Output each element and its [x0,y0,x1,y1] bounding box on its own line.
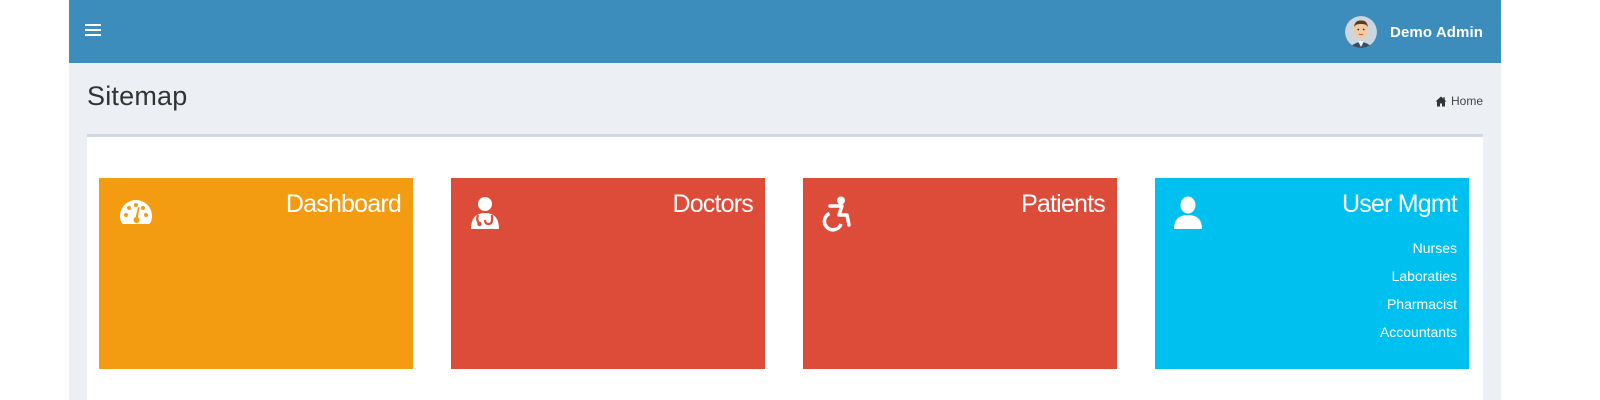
dashboard-icon [117,196,155,233]
tile-title-doctors: Doctors [672,190,753,218]
avatar [1345,16,1378,48]
tile-title-user-mgmt: User Mgmt [1341,190,1458,218]
user-name: Demo Admin [1390,23,1483,41]
app-shell: Demo Admin Sitemap Home Dashboard Doctor… [69,0,1501,400]
tile-patients[interactable]: Patients [803,178,1117,369]
user-menu[interactable]: Demo Admin [1345,14,1483,50]
tile-title-patients: Patients [1021,190,1106,218]
tile-doctors[interactable]: Doctors [451,178,765,369]
home-icon [1435,96,1447,106]
user-md-icon [469,196,501,235]
page-title: Sitemap [87,81,188,111]
tile-user-mgmt[interactable]: User Mgmt Nurses Laboraties Pharmacist A… [1155,178,1469,369]
user-icon [1173,196,1203,235]
sitemap-box: Dashboard Doctors Patients User Mgmt Nur… [87,134,1483,400]
breadcrumb-label: Home [1450,94,1483,108]
submenu-item-pharmacist[interactable]: Pharmacist [1380,290,1457,318]
tile-title-dashboard: Dashboard [285,190,402,218]
submenu-item-laboraties[interactable]: Laboraties [1380,262,1457,290]
wheelchair-icon [821,196,853,237]
submenu-item-nurses[interactable]: Nurses [1380,234,1457,262]
content-header: Sitemap Home [87,63,1483,135]
user-mgmt-submenu: Nurses Laboraties Pharmacist Accountants [1380,234,1457,346]
hamburger-icon[interactable] [85,24,101,38]
tile-dashboard[interactable]: Dashboard [99,178,413,369]
submenu-item-accountants[interactable]: Accountants [1380,318,1457,346]
top-navbar: Demo Admin [69,0,1501,63]
breadcrumb-home[interactable]: Home [1435,94,1483,108]
